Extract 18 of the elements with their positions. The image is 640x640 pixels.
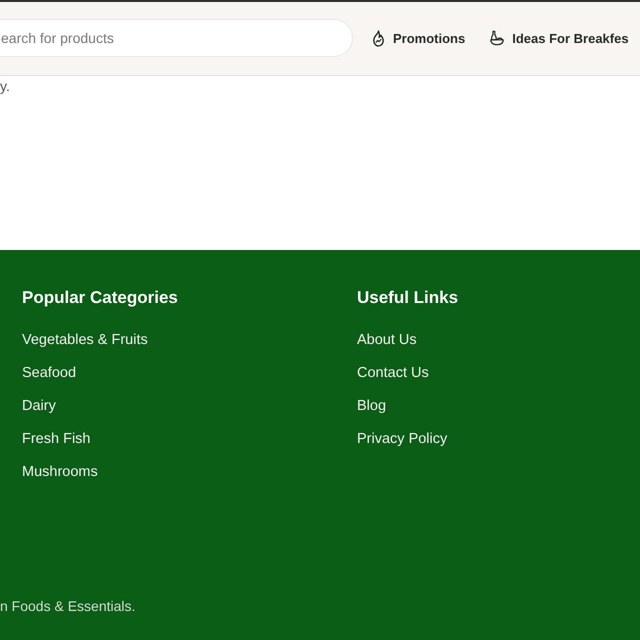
footer-link[interactable]: Fresh Fish (22, 430, 90, 448)
footer-heading: Useful Links (357, 287, 458, 309)
footer-link[interactable]: Vegetables & Fruits (22, 331, 148, 349)
footer-link[interactable]: Seafood (22, 364, 76, 382)
nav-link[interactable]: Ideas For Breakfes (489, 30, 629, 46)
footer-link[interactable]: About Us (357, 331, 417, 349)
footer-heading: Popular Categories (22, 287, 178, 309)
flame-icon (371, 30, 386, 46)
body-text: y. (0, 78, 11, 94)
footer-link[interactable]: Privacy Policy (357, 430, 448, 448)
footer-link[interactable]: Blog (357, 397, 386, 415)
bowl-icon (489, 30, 506, 46)
nav-link[interactable]: Promotions (371, 30, 466, 46)
copyright-text: n Foods & Essentials. (0, 598, 136, 614)
footer-link[interactable]: Dairy (22, 397, 56, 415)
footer-link[interactable]: Mushrooms (22, 463, 98, 481)
footer-link[interactable]: Contact Us (357, 364, 429, 382)
search-field[interactable]: earch for products (0, 19, 353, 57)
